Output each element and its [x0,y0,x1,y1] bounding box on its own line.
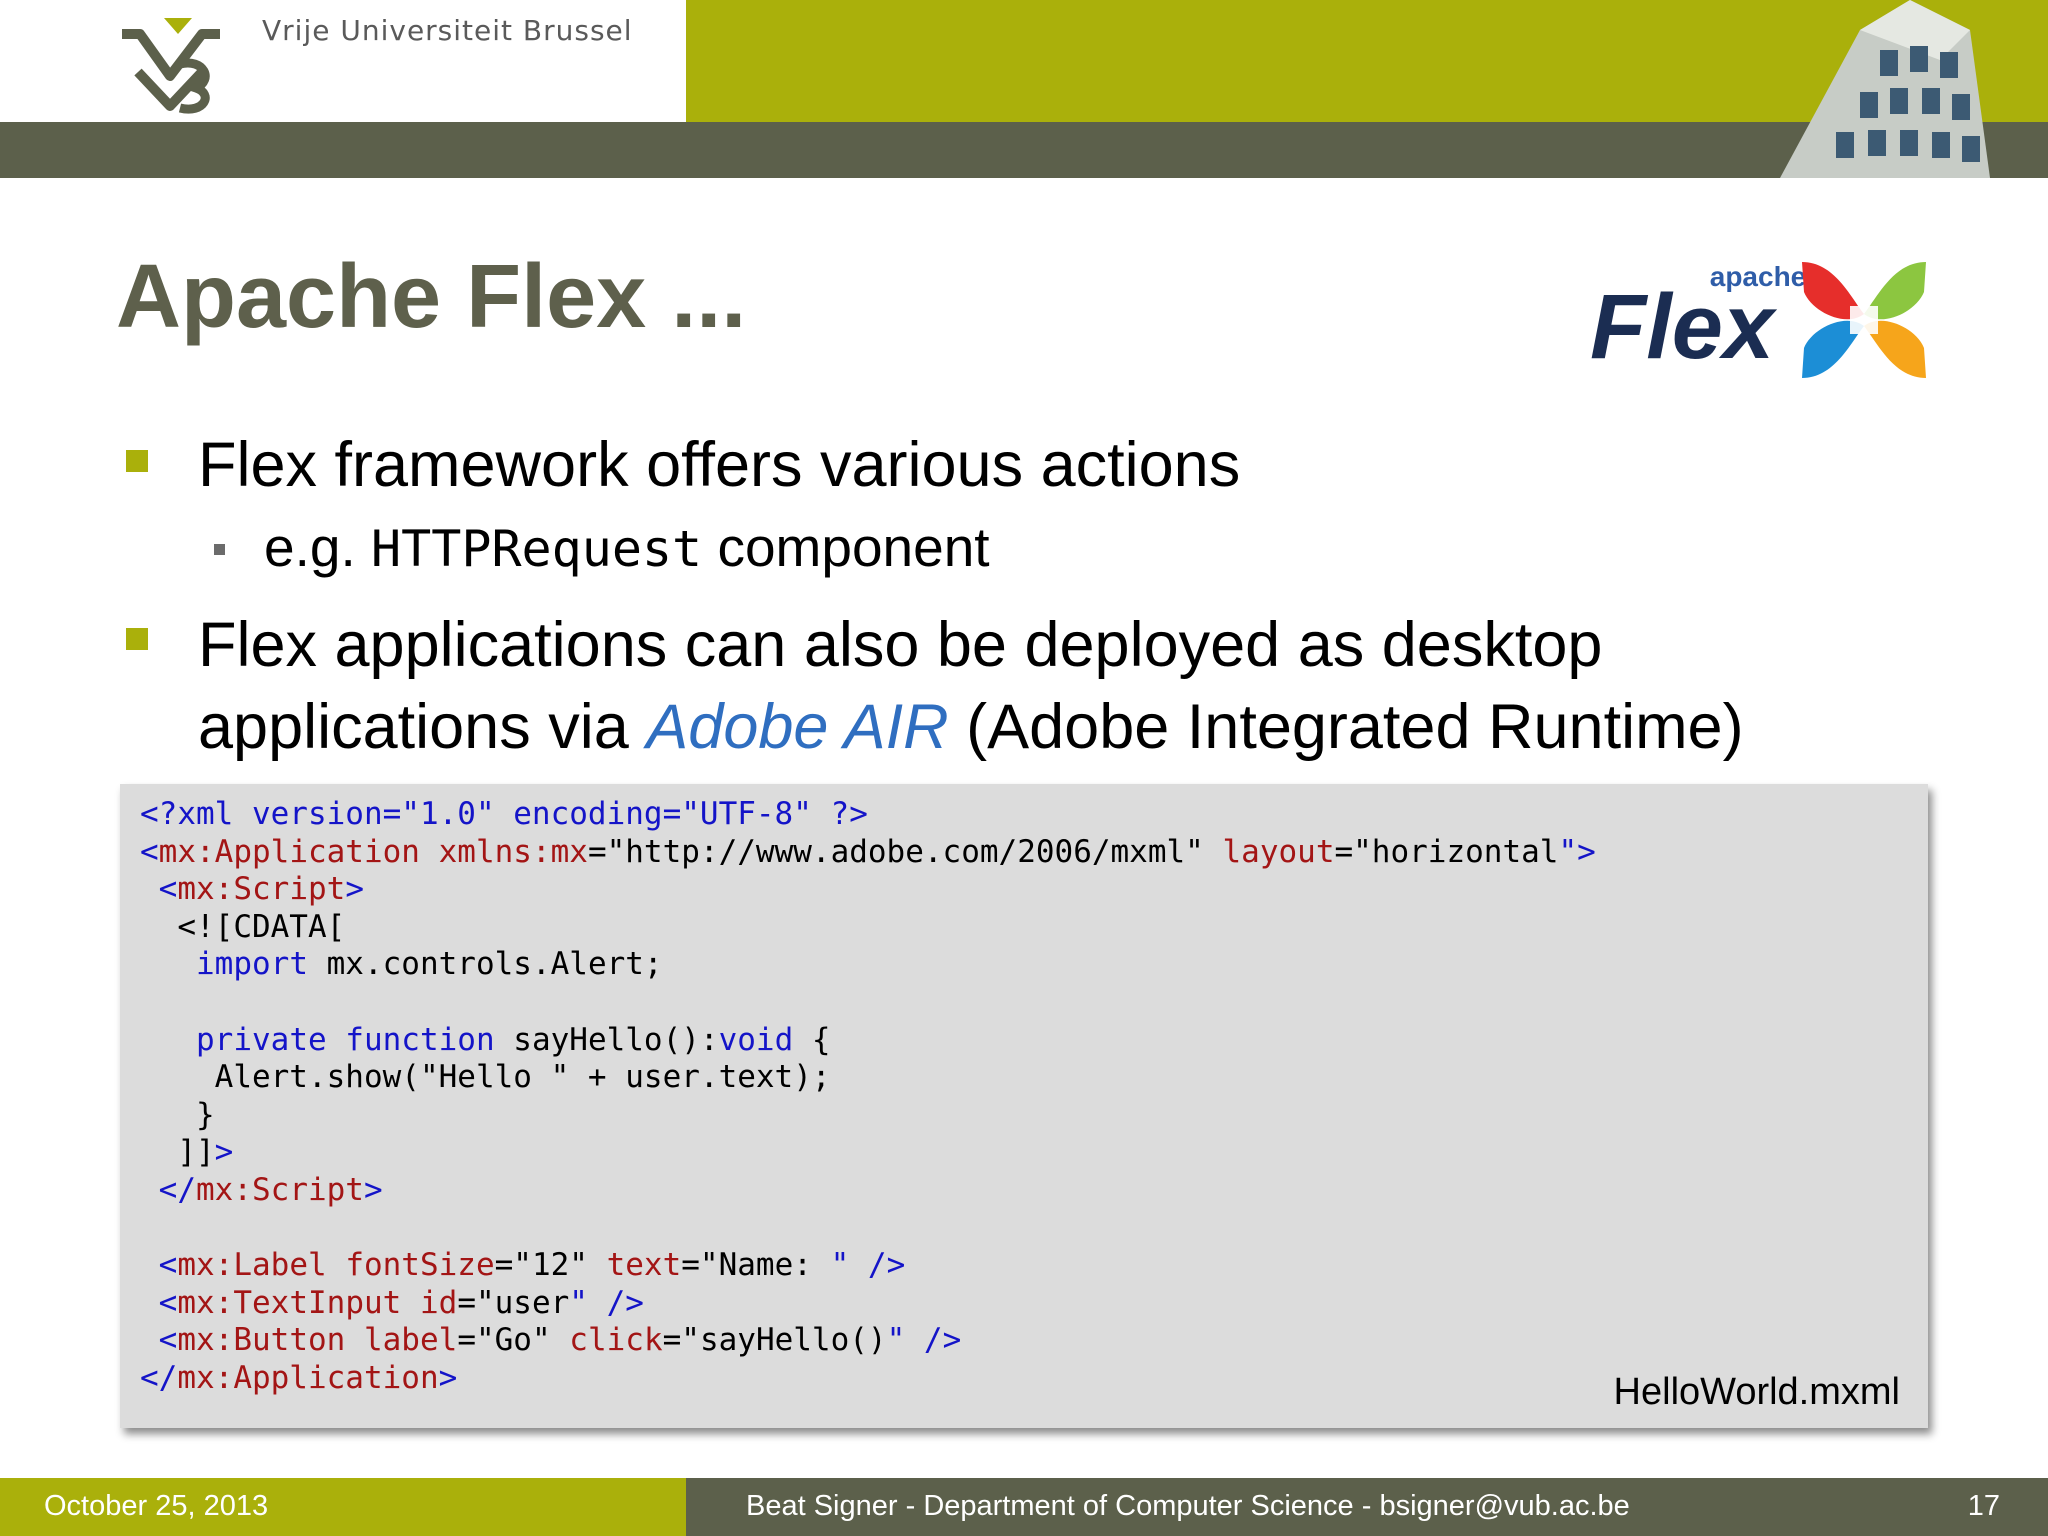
code-token: ="horizontal [1334,833,1559,870]
code-token: < [140,833,159,870]
code-token: ="Name: [681,1247,831,1284]
vub-logo-icon [122,18,220,114]
code-token: > [438,1359,458,1396]
code-token: mx.controls.Alert; [307,946,663,983]
code-listing: <?xml version="1.0" encoding="UTF-8" ?> <… [140,796,1596,1398]
code-token: private function [196,1021,495,1058]
code-line: <mx:Button label="Go" click="sayHello()"… [140,1322,1596,1360]
code-token: sayHello(): [494,1021,719,1058]
code-line: <mx:Label fontSize="12" text="Name: " /> [140,1247,1596,1285]
code-token: Alert.show("Hello " + user.text); [140,1059,831,1096]
code-token: text [606,1247,682,1284]
code-token: > [214,1134,234,1171]
code-token: " /> [569,1284,644,1321]
sub-bullet-text: e.g. HTTPRequest component [264,512,990,584]
code-token: ="http://www.adobe.com/2006/mxml" [587,833,1223,870]
code-token: mx:Label fontSize [177,1247,495,1284]
code-line: </mx:Script> [140,1172,1596,1210]
slide-title: Apache Flex ... [116,247,747,347]
code-token: " /> [830,1247,906,1284]
sub-bullet-marker [214,544,225,555]
sub-bullet-prefix: e.g. [264,516,372,578]
code-line: <mx:TextInput id="user" /> [140,1285,1596,1323]
code-token: ="Go" [457,1322,570,1359]
code-token: <![CDATA[ [140,908,346,945]
code-token: mx:Application xmlns:mx [158,833,588,870]
code-line: Alert.show("Hello " + user.text); [140,1059,1596,1097]
code-token: mx:Script [196,1171,364,1208]
code-token: </ [158,1171,196,1208]
bullet-2-line-1: Flex applications can also be deployed a… [198,610,1603,680]
adobe-air-link[interactable]: Adobe AIR [646,692,948,762]
code-token: > [345,871,364,908]
bullet-2-line-2: applications via Adobe AIR (Adobe Integr… [198,686,1744,768]
code-filename: HelloWorld.mxml [1613,1371,1900,1413]
code-token: layout [1222,833,1335,870]
code-token: <?xml version="1.0" encoding="UTF-8" ?> [140,796,868,832]
code-line: private function sayHello():void { [140,1022,1596,1060]
bullet-marker [126,450,148,472]
code-block: <?xml version="1.0" encoding="UTF-8" ?> <… [120,784,1928,1428]
bullet-1-text: Flex framework offers various actions [198,430,1241,500]
code-line: import mx.controls.Alert; [140,946,1596,984]
code-line: <?xml version="1.0" encoding="UTF-8" ?> [140,796,1596,834]
code-token: < [158,1322,178,1359]
code-token: mx:Button label [177,1322,458,1359]
code-token: } [140,1096,215,1133]
code-token: mx:Script [177,871,346,908]
code-line: <mx:Script> [140,871,1596,909]
footer-date: October 25, 2013 [44,1490,269,1522]
code-token: < [158,1284,178,1321]
code-token: import [196,946,308,983]
university-name: Vrije Universiteit Brussel [262,14,633,47]
code-line: <![CDATA[ [140,909,1596,947]
code-line: </mx:Application> [140,1360,1596,1398]
code-token: void [718,1021,794,1058]
code-token: mx:Application [177,1359,439,1396]
code-token: < [158,1247,178,1284]
logo-big-text: Flex [1590,276,1778,378]
sub-bullet-suffix: component [702,516,990,578]
code-line: } [140,1097,1596,1135]
code-token: ]] [140,1134,215,1171]
code-line: ]]> [140,1134,1596,1172]
sub-bullet-code: HTTPRequest [371,520,703,578]
building-photo [1780,0,1990,178]
code-token: " /> [886,1322,962,1359]
code-line: <mx:Application xmlns:mx="http://www.ado… [140,834,1596,872]
code-token: { [793,1021,831,1058]
footer-page-number: 17 [1967,1490,2000,1522]
footer-author: Beat Signer - Department of Computer Sci… [746,1490,1630,1522]
code-token: ="sayHello() [662,1322,887,1359]
code-token: </ [140,1359,178,1396]
code-token: click [569,1322,663,1359]
code-token: mx:TextInput id [177,1284,458,1321]
bullet-2-prefix: applications via [198,692,647,762]
code-token: "> [1558,833,1596,870]
code-token: < [158,871,178,908]
bullet-2-suffix: (Adobe Integrated Runtime) [948,692,1744,762]
apache-flex-logo-icon: apache Flex [1590,261,1926,378]
bullet-marker [126,628,148,650]
code-token: ="12" [494,1247,607,1284]
code-token: ="user [457,1284,570,1321]
code-token: > [363,1171,383,1208]
